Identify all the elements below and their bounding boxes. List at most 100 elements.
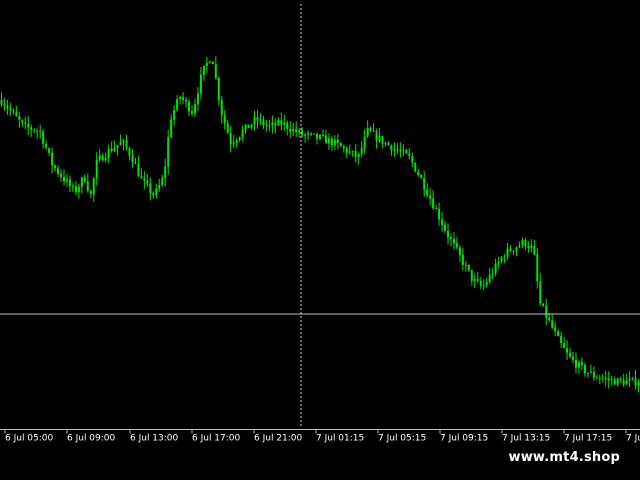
candle-body xyxy=(122,140,125,143)
candle-body xyxy=(557,331,560,337)
candle-body xyxy=(399,150,402,152)
candle-body xyxy=(494,263,497,274)
candle-body xyxy=(250,124,253,128)
candle-body xyxy=(89,190,92,195)
candle-body xyxy=(280,120,283,125)
candle-body xyxy=(155,188,158,196)
candle-body xyxy=(74,186,77,193)
candle-body xyxy=(211,61,214,65)
candle-body xyxy=(458,247,461,255)
candle-body xyxy=(244,124,247,131)
candle-body xyxy=(113,148,116,151)
candle-body xyxy=(634,377,637,386)
candle-body xyxy=(595,377,598,379)
candle-body xyxy=(60,173,63,177)
candle-body xyxy=(542,303,545,306)
candle-body xyxy=(336,139,339,143)
candle-body xyxy=(226,123,229,134)
candle-body xyxy=(577,362,580,368)
candle-body xyxy=(259,119,262,121)
candle-body xyxy=(449,237,452,240)
candle-body xyxy=(432,198,435,209)
candle-body xyxy=(598,378,601,380)
candle-body xyxy=(473,279,476,281)
candle-body xyxy=(295,128,298,133)
candle-body xyxy=(613,379,616,385)
candle-body xyxy=(384,142,387,144)
candle-body xyxy=(24,122,27,124)
candle-body xyxy=(286,122,289,129)
candle-body xyxy=(146,180,149,184)
candle-body xyxy=(292,128,295,132)
candle-body xyxy=(506,248,509,257)
candle-body xyxy=(71,186,74,188)
candle-body xyxy=(220,99,223,116)
candle-body xyxy=(167,137,170,167)
candle-body xyxy=(36,130,39,132)
candle-body xyxy=(333,139,336,146)
candle-body xyxy=(185,99,188,102)
candle-body xyxy=(33,129,36,131)
x-tick-label: 6 Jul 09:00 xyxy=(67,434,116,444)
candle-body xyxy=(396,148,399,151)
candle-body xyxy=(464,264,467,266)
candle-body xyxy=(592,371,595,378)
x-tick-label: 6 Jul 13:00 xyxy=(130,434,179,444)
candle-body xyxy=(110,148,113,151)
candle-body xyxy=(500,257,503,262)
candle-body xyxy=(95,159,98,179)
candle-body xyxy=(345,147,348,153)
candle-body xyxy=(63,176,65,182)
candle-body xyxy=(45,143,48,149)
candle-body xyxy=(518,245,521,248)
price-chart[interactable]: 6 Jul 05:00 6 Jul 09:00 6 Jul 13:00 6 Jul 1… xyxy=(0,0,640,480)
candle-body xyxy=(92,178,95,195)
candle-body xyxy=(3,104,6,107)
candle-body xyxy=(179,97,182,100)
candle-body xyxy=(191,111,193,114)
candle-body xyxy=(393,148,396,151)
candle-body xyxy=(357,153,360,157)
candle-body xyxy=(304,134,307,136)
candle-body xyxy=(68,179,71,187)
candle-body xyxy=(560,336,563,343)
candle-body xyxy=(402,150,405,152)
candle-body xyxy=(429,195,432,199)
candle-body xyxy=(390,145,393,151)
x-tick-label: 7 Jul 13:15 xyxy=(502,434,550,444)
candle-body xyxy=(619,378,622,381)
x-tick-label: 6 Jul 05:00 xyxy=(5,434,54,444)
candle-body xyxy=(134,162,137,164)
candle-body xyxy=(351,150,354,152)
candle-body xyxy=(330,138,333,146)
candle-body xyxy=(119,142,122,146)
candle-body xyxy=(366,127,369,137)
candle-body xyxy=(601,378,604,380)
candle-body xyxy=(536,254,539,282)
candle-body xyxy=(253,117,256,125)
candle-body xyxy=(423,178,426,190)
candle-body xyxy=(372,130,375,132)
candle-body xyxy=(54,165,57,169)
candle-body xyxy=(164,166,167,179)
candle-body xyxy=(503,256,506,258)
candle-body xyxy=(232,142,235,145)
candle-body xyxy=(575,359,577,368)
candle-body xyxy=(566,348,569,353)
candle-body xyxy=(205,62,208,66)
candle-body xyxy=(548,317,551,321)
candle-body xyxy=(98,155,101,160)
candle-body xyxy=(42,131,45,144)
candle-body xyxy=(563,343,566,349)
candle-body xyxy=(405,150,408,154)
candle-body xyxy=(455,243,458,248)
candle-body xyxy=(310,133,313,135)
candle-body xyxy=(521,239,524,246)
candle-body xyxy=(57,168,60,174)
candle-body xyxy=(327,138,330,144)
candle-body xyxy=(217,77,220,100)
candle-body xyxy=(15,111,18,117)
candle-body xyxy=(316,133,319,139)
candle-body xyxy=(80,177,83,187)
candle-body xyxy=(527,246,530,248)
